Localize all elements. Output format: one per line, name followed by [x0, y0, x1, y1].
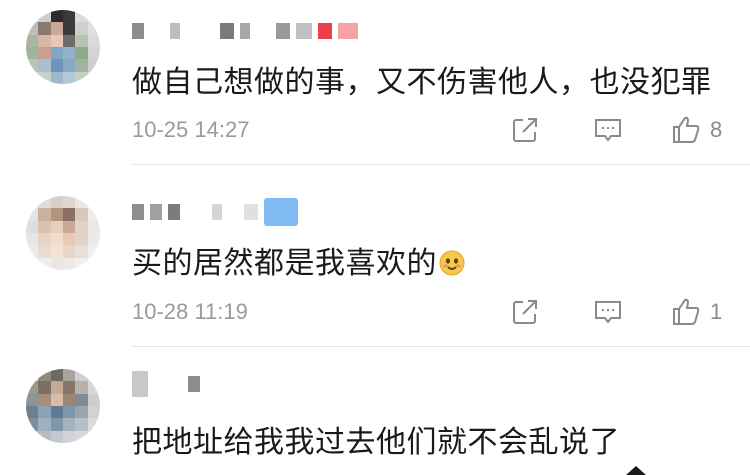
comment-text: 把地址给我我过去他们就不会乱说了 [132, 425, 620, 460]
share-button[interactable] [510, 295, 540, 329]
comment-text: 买的居然都是我喜欢的 [132, 238, 465, 282]
timestamp: 10-28 11:19 [132, 299, 248, 324]
username[interactable] [132, 198, 298, 226]
comment-meta: 10-25 14:27 8 [132, 113, 732, 147]
comment-text-body: 买的居然都是我喜欢的 [132, 246, 437, 281]
avatar[interactable] [26, 196, 100, 270]
comment-list: 做自己想做的事，又不伤害他人，也没犯罪 10-25 14:27 8 买的居然都是… [0, 0, 750, 475]
thumbs-up-icon [673, 116, 700, 143]
timestamp: 10-25 14:27 [132, 117, 250, 142]
like-count: 8 [710, 117, 723, 142]
avatar[interactable] [26, 369, 100, 443]
comment-icon [595, 301, 621, 324]
share-icon [513, 118, 537, 142]
comment-item: 买的居然都是我喜欢的 10-28 11:19 1 [0, 165, 750, 347]
thumbs-up-icon [673, 298, 700, 325]
comment-item: 做自己想做的事，又不伤害他人，也没犯罪 10-25 14:27 8 [0, 0, 750, 165]
username[interactable] [132, 22, 358, 40]
comment-item: 把地址给我我过去他们就不会乱说了 [0, 347, 750, 475]
avatar[interactable] [26, 10, 100, 84]
share-button[interactable] [510, 113, 540, 147]
comment-text: 做自己想做的事，又不伤害他人，也没犯罪 [132, 65, 712, 100]
smiling-face-emoji [439, 250, 465, 276]
like-count: 1 [710, 299, 723, 324]
like-button[interactable]: 8 [670, 113, 722, 147]
comment-icon [595, 119, 621, 142]
comment-meta: 10-28 11:19 1 [132, 295, 732, 329]
username[interactable] [132, 371, 200, 397]
like-button[interactable]: 1 [670, 295, 722, 329]
reply-button[interactable] [592, 295, 624, 329]
reply-button[interactable] [592, 113, 624, 147]
share-icon [513, 300, 537, 324]
reply-indicator-icon [626, 466, 646, 475]
